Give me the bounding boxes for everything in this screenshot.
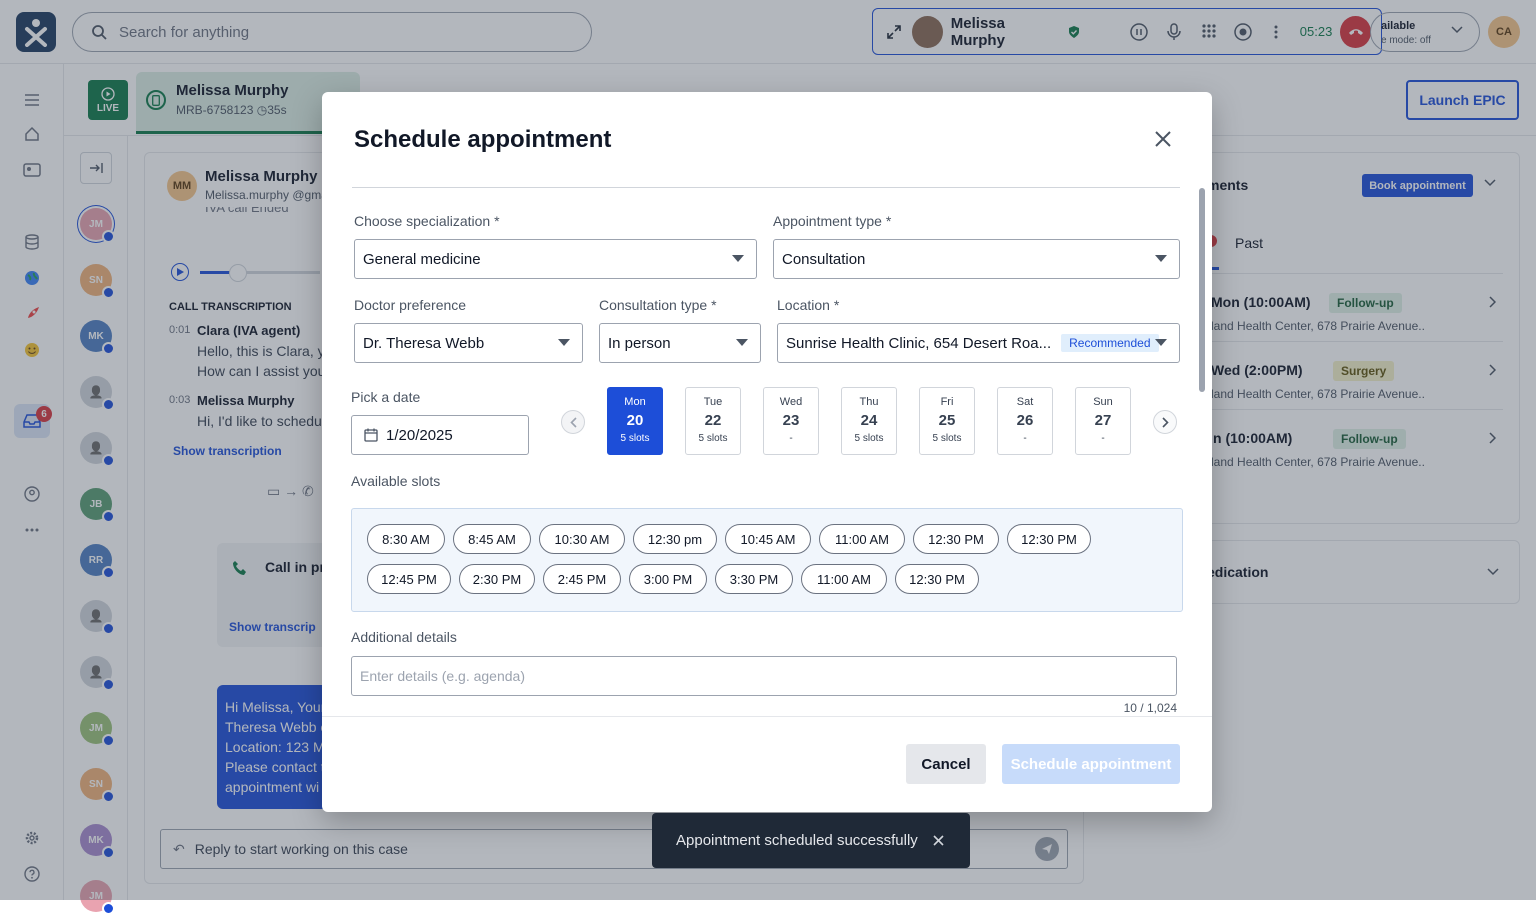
consultation-type-select[interactable]: In person [599,323,761,363]
time-slot[interactable]: 3:30 PM [715,564,793,594]
appointment-type-select[interactable]: Consultation [773,239,1180,279]
time-slot[interactable]: 12:30 PM [895,564,979,594]
date-option[interactable]: Sat 26 - [997,387,1053,455]
day-number: 23 [782,412,800,429]
time-slot[interactable]: 12:30 pm [633,524,717,554]
location-label: Location * [777,297,839,313]
time-slot[interactable]: 8:45 AM [453,524,531,554]
day-number: 24 [860,412,878,429]
cancel-button[interactable]: Cancel [906,744,986,784]
schedule-appointment-dialog: Schedule appointment Choose specializati… [322,92,1212,812]
select-value: General medicine [363,250,481,268]
day-of-week: Mon [624,396,646,408]
label-text: Choose specialization [354,213,491,229]
chevron-left-icon[interactable] [561,410,585,434]
dropdown-caret-icon [736,339,748,346]
character-counter: 10 / 1,024 [1123,701,1177,715]
time-slot[interactable]: 11:00 AM [801,564,887,594]
day-number: 26 [1016,412,1034,429]
day-number: 27 [1094,412,1112,429]
time-slot[interactable]: 8:30 AM [367,524,445,554]
slot-count: 5 slots [854,433,884,444]
select-value: Dr. Theresa Webb [363,334,485,352]
label-text: Consultation type [599,297,708,313]
day-of-week: Sun [1093,396,1113,408]
appointment-type-label: Appointment type * [773,213,891,229]
doctor-select[interactable]: Dr. Theresa Webb [354,323,583,363]
date-option[interactable]: Mon 20 5 slots [607,387,663,455]
success-toast: Appointment scheduled successfully [652,813,970,868]
specialization-select[interactable]: General medicine [354,239,757,279]
day-of-week: Wed [779,396,803,408]
slot-count: 5 slots [698,433,728,444]
recommended-badge: Recommended [1061,334,1159,352]
label-text: Appointment type [773,213,882,229]
day-number: 22 [704,412,722,429]
dropdown-caret-icon [558,339,570,346]
day-number: 20 [626,412,644,429]
day-of-week: Sat [1016,396,1034,408]
required-mark: * [885,213,892,229]
select-value: Consultation [782,250,866,268]
date-option[interactable]: Tue 22 5 slots [685,387,741,455]
slots-label: Available slots [351,473,441,489]
toast-message: Appointment scheduled successfully [676,832,918,849]
time-slot[interactable]: 12:30 PM [1007,524,1091,554]
dropdown-caret-icon [1155,255,1167,262]
time-slot[interactable]: 12:45 PM [367,564,451,594]
slots-container: 8:30 AM 8:45 AM 10:30 AM 12:30 pm 10:45 AM 11… [351,508,1183,612]
required-mark: * [833,297,840,313]
time-slot[interactable]: 2:30 PM [459,564,535,594]
time-slot[interactable]: 2:45 PM [543,564,621,594]
dropdown-caret-icon [732,255,744,262]
day-of-week: Tue [703,396,723,408]
date-option[interactable]: Fri 25 5 slots [919,387,975,455]
day-of-week: Thu [859,396,879,408]
chevron-right-icon[interactable] [1153,410,1177,434]
time-slot[interactable]: 10:45 AM [725,524,811,554]
dialog-title: Schedule appointment [354,126,612,153]
select-value: Sunrise Health Clinic, 654 Desert Roa... [786,334,1052,352]
date-option[interactable]: Sun 27 - [1075,387,1131,455]
doctor-label: Doctor preference [354,297,467,313]
details-label: Additional details [351,629,457,645]
close-icon[interactable] [1148,124,1178,154]
date-value: 1/20/2025 [386,426,453,444]
dialog-scrollbar[interactable] [1199,188,1205,392]
divider [352,187,1180,188]
select-value: In person [608,334,671,352]
divider [322,716,1212,717]
slot-count: - [789,433,793,444]
time-slot[interactable]: 10:30 AM [539,524,625,554]
slot-count: - [1023,433,1027,444]
date-label: Pick a date [351,389,421,405]
date-option[interactable]: Wed 23 - [763,387,819,455]
time-slot[interactable]: 11:00 AM [819,524,905,554]
time-slot[interactable]: 12:30 PM [913,524,999,554]
date-option[interactable]: Thu 24 5 slots [841,387,897,455]
date-input[interactable]: 1/20/2025 [351,415,529,455]
channel-badge-icon [102,902,115,915]
slot-count: 5 slots [620,433,650,444]
time-slot[interactable]: 3:00 PM [629,564,707,594]
location-select[interactable]: Sunrise Health Clinic, 654 Desert Roa...… [777,323,1180,363]
slot-count: 5 slots [932,433,962,444]
required-mark: * [494,213,500,229]
specialization-label: Choose specialization * [354,213,500,229]
required-mark: * [711,297,717,313]
day-number: 25 [938,412,956,429]
dropdown-caret-icon [1155,339,1167,346]
calendar-icon [364,428,378,442]
close-icon[interactable] [930,832,946,848]
day-of-week: Fri [940,396,954,408]
schedule-appointment-button[interactable]: Schedule appointment [1002,744,1180,784]
details-input[interactable] [351,656,1177,696]
label-text: Location [777,297,830,313]
consultation-type-label: Consultation type * [599,297,717,313]
slot-count: - [1101,433,1105,444]
